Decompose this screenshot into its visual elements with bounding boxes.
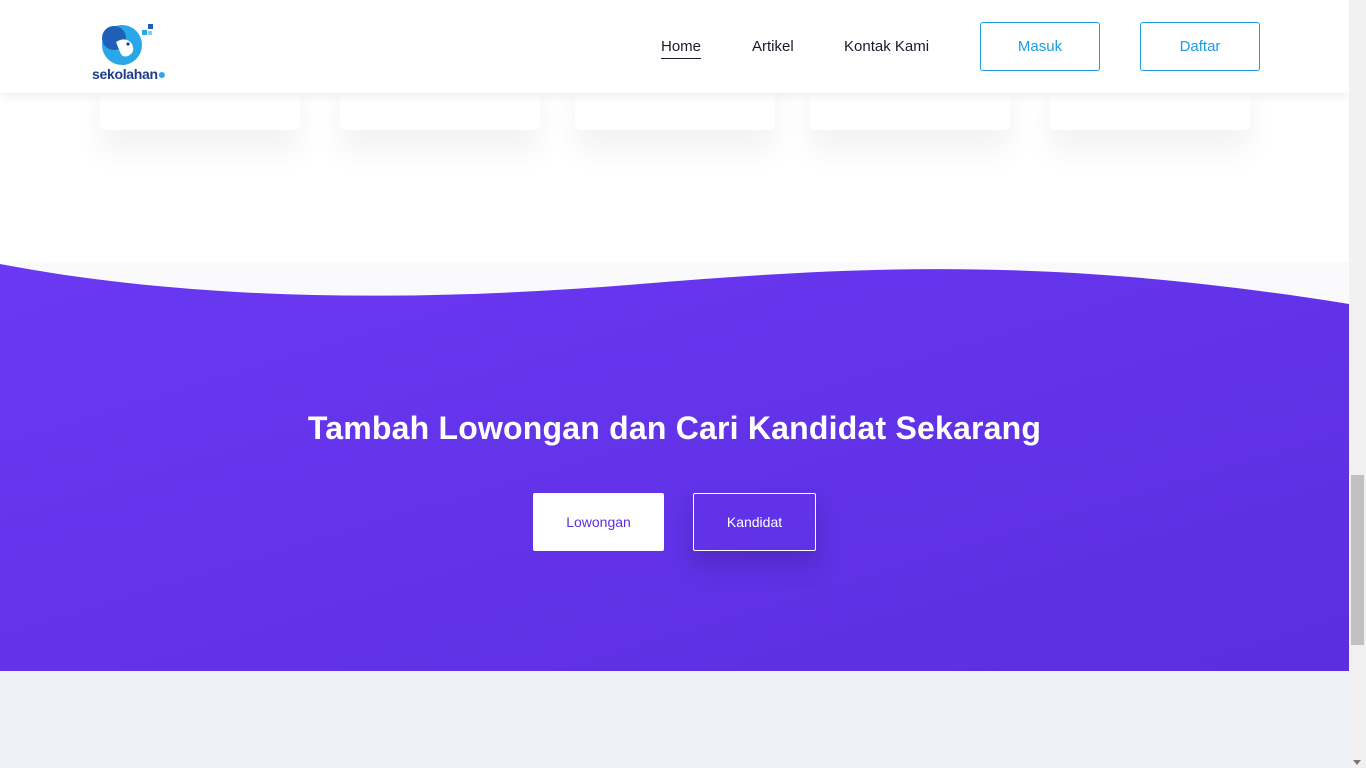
elephant-icon	[102, 24, 153, 65]
nav-home[interactable]: Home	[661, 37, 702, 59]
scrollbar-thumb[interactable]	[1351, 475, 1364, 645]
page-scrollbar[interactable]	[1349, 0, 1366, 768]
next-section	[0, 671, 1349, 768]
kandidat-button[interactable]: Kandidat	[693, 493, 816, 551]
nav-kontak-kami[interactable]: Kontak Kami	[844, 37, 929, 57]
cta-heading: Tambah Lowongan dan Cari Kandidat Sekara…	[307, 410, 1042, 446]
wave-band	[0, 264, 1349, 671]
scroll-down-icon[interactable]	[1353, 760, 1361, 765]
nav-artikel[interactable]: Artikel	[752, 37, 794, 57]
register-button[interactable]: Daftar	[1140, 22, 1260, 71]
brand-logo[interactable]: sekolahan●	[92, 20, 172, 82]
site-header: sekolahan● Home Artikel Kontak Kami Masu…	[0, 0, 1349, 93]
brand-wordmark: sekolahan●	[92, 66, 166, 82]
login-button[interactable]: Masuk	[980, 22, 1100, 71]
lowongan-button[interactable]: Lowongan	[533, 493, 664, 551]
page: sekolahan● Home Artikel Kontak Kami Masu…	[0, 0, 1349, 768]
